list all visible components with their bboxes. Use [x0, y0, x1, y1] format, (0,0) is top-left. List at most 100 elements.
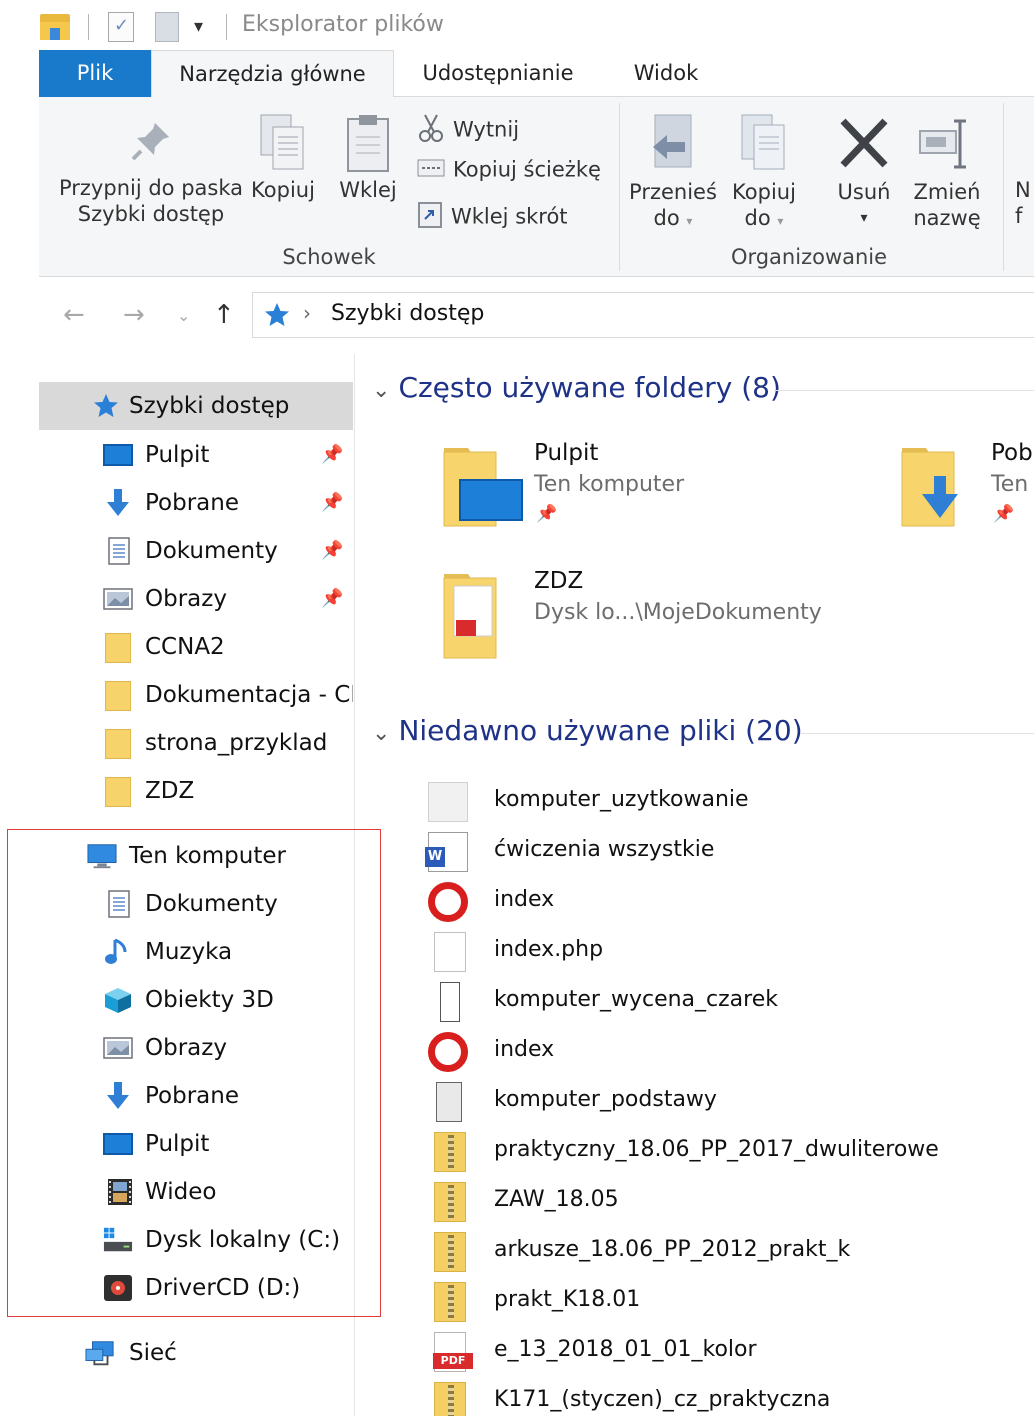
sidebar-item-quick-access[interactable]: Szybki dostęp [39, 382, 353, 430]
delete-button[interactable]: Usuń ▾ [829, 113, 899, 231]
tab-share[interactable]: Udostępnianie [399, 50, 597, 97]
chevron-down-icon: ▾ [860, 210, 868, 226]
sidebar-item-pulpit[interactable]: Pulpit 📌 [39, 431, 353, 479]
pin-icon[interactable]: 📌 [321, 527, 343, 575]
pin-icon[interactable]: 📌 [321, 575, 343, 623]
tab-file[interactable]: Plik [39, 50, 151, 97]
sidebar-item-label: Szybki dostęp [129, 393, 290, 419]
blank-file-icon [440, 982, 460, 1022]
blank-file-icon [434, 932, 466, 972]
rename-label-line1: Zmień [913, 180, 981, 204]
opera-icon [428, 882, 468, 922]
back-arrow-icon[interactable]: ← [63, 300, 85, 330]
address-bar[interactable]: › Szybki dostęp [252, 292, 1034, 338]
move-to-label-line2: do ▾ [653, 206, 693, 230]
list-item[interactable]: index [428, 1027, 1034, 1077]
sidebar-item-obrazy[interactable]: Obrazy 📌 [39, 575, 353, 623]
list-item[interactable]: arkusze_18.06_PP_2012_prakt_k [428, 1227, 1034, 1277]
move-to-icon [653, 114, 692, 168]
sidebar-item-network[interactable]: Sieć [39, 1329, 353, 1377]
file-name: prakt_K18.01 [494, 1287, 641, 1312]
new-folder-button-cut[interactable]: N f [1015, 177, 1034, 229]
copy-path-button[interactable]: Kopiuj ścieżkę [417, 157, 601, 184]
breadcrumb[interactable]: Szybki dostęp [331, 301, 484, 326]
file-name: komputer_wycena_czarek [494, 987, 778, 1012]
toolbar-separator [88, 14, 89, 40]
forward-arrow-icon[interactable]: → [123, 300, 145, 330]
tab-view[interactable]: Widok [614, 50, 718, 97]
copy-to-button[interactable]: Kopiuj do ▾ [723, 113, 805, 234]
list-item[interactable]: ZAW_18.05 [428, 1177, 1034, 1227]
customize-quick-access-icon[interactable]: ▾ [194, 16, 203, 37]
sidebar-item-pobrane[interactable]: Pobrane 📌 [39, 479, 353, 527]
new-folder-icon[interactable] [155, 12, 179, 42]
properties-icon[interactable] [108, 12, 134, 42]
download-arrow-icon [107, 489, 129, 516]
paste-shortcut-label: Wklej skrót [451, 204, 568, 229]
desktop-icon [103, 444, 133, 466]
sidebar-item-label: Dokumenty [145, 538, 278, 564]
pin-icon[interactable]: 📌 [321, 479, 343, 527]
pin-icon [131, 123, 169, 161]
list-item[interactable]: komputer_wycena_czarek [428, 977, 1034, 1027]
cut-label: Wytnij [453, 117, 520, 142]
chevron-down-icon: ▾ [686, 214, 693, 228]
tile-name: ZDZ [534, 568, 584, 594]
word-doc-icon [425, 832, 468, 872]
frequent-folders-header[interactable]: ⌄ Często używane foldery (8) [372, 371, 781, 404]
list-item[interactable]: K171_(styczen)_cz_praktyczna [428, 1377, 1034, 1416]
list-item[interactable]: index [428, 877, 1034, 927]
folder-icon[interactable] [40, 14, 70, 40]
list-item[interactable]: praktyczny_18.06_PP_2017_dwuliterowe [428, 1127, 1034, 1177]
list-item[interactable]: e_13_2018_01_01_kolor [428, 1327, 1034, 1377]
pin-icon: 📌 [536, 504, 558, 524]
sidebar-item-zdz[interactable]: ZDZ [39, 767, 353, 815]
sidebar-item-label: Obrazy [145, 586, 227, 612]
downloads-folder-icon [901, 448, 958, 527]
navigation-bar: ← → ⌄ ↑ › Szybki dostęp [39, 278, 1034, 354]
documents-icon [108, 537, 130, 565]
copy-to-label-line2: do ▾ [744, 206, 784, 230]
copy-to-label-line1: Kopiuj [732, 180, 796, 204]
pictures-icon [103, 588, 133, 610]
chevron-down-icon: ⌄ [372, 721, 391, 746]
list-item[interactable]: prakt_K18.01 [428, 1277, 1034, 1327]
copy-label: Kopiuj [251, 178, 315, 202]
recent-files-header[interactable]: ⌄ Niedawno używane pliki (20) [372, 714, 803, 747]
sidebar-item-label: Sieć [129, 1340, 177, 1366]
paste-shortcut-icon [417, 201, 443, 234]
file-name: e_13_2018_01_01_kolor [494, 1337, 757, 1362]
tab-home[interactable]: Narzędzia główne [151, 50, 394, 98]
sidebar-item-label: Pobrane [145, 490, 239, 516]
sidebar-item-label: ZDZ [145, 778, 195, 804]
paste-label: Wklej [339, 178, 397, 202]
list-item[interactable]: ćwiczenia wszystkie [425, 827, 1034, 877]
toolbar-separator [226, 14, 227, 40]
sidebar-item-ccna2[interactable]: CCNA2 [39, 623, 353, 671]
list-item[interactable]: komputer_uzytkowanie [428, 777, 1034, 827]
pin-label-line2: Szybki dostęp [77, 202, 225, 226]
recent-locations-chevron-icon[interactable]: ⌄ [177, 306, 190, 325]
up-arrow-icon[interactable]: ↑ [213, 300, 235, 330]
paste-shortcut-button[interactable]: Wklej skrót [417, 201, 568, 234]
rename-button[interactable]: Zmień nazwę [911, 113, 983, 231]
quick-access-star-icon [265, 303, 289, 326]
this-pc-highlight-frame [7, 829, 381, 1317]
list-item[interactable]: komputer_podstawy [428, 1077, 1034, 1127]
sidebar-item-dokumentacja[interactable]: Dokumentacja - CIS [39, 671, 353, 719]
sidebar-item-dokumenty[interactable]: Dokumenty 📌 [39, 527, 353, 575]
move-to-button[interactable]: Przenieś do ▾ [629, 113, 717, 234]
paste-button[interactable]: Wklej [331, 113, 405, 203]
cut-button[interactable]: Wytnij [417, 113, 519, 148]
section-divider [774, 390, 1034, 391]
copy-button[interactable]: Kopiuj [247, 113, 319, 203]
file-name: index.php [494, 937, 604, 962]
sidebar-item-strona-przyklad[interactable]: strona_przyklad [39, 719, 353, 767]
pin-icon[interactable]: 📌 [321, 431, 343, 479]
tile-location: Dysk lo...\MojeDokumenty [534, 600, 822, 625]
file-name: komputer_podstawy [494, 1087, 717, 1112]
list-item[interactable]: index.php [428, 927, 1034, 977]
file-name: ćwiczenia wszystkie [494, 837, 715, 862]
pin-to-quick-access-button[interactable]: Przypnij do paska Szybki dostęp [53, 117, 249, 227]
move-to-label-line1: Przenieś [629, 180, 717, 204]
